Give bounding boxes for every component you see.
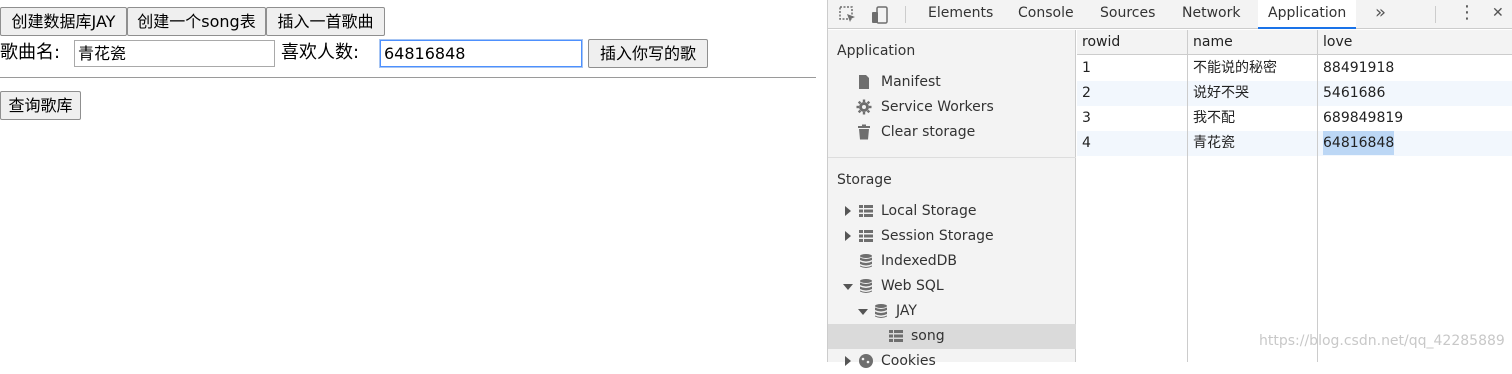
cell-name: 不能说的秘密 <box>1193 60 1277 76</box>
database-icon <box>858 278 874 294</box>
table-row[interactable]: 1 不能说的秘密 88491918 <box>1077 56 1512 81</box>
sidebar-item-label: Web SQL <box>881 278 944 294</box>
sidebar-item-label: Service Workers <box>881 99 994 115</box>
application-sidebar: Application Manifest Service Workers Cle… <box>828 30 1076 369</box>
sidebar-item-clear-storage[interactable]: Clear storage <box>828 120 1076 145</box>
create-database-button[interactable]: 创建数据库JAY <box>0 7 127 36</box>
song-name-label: 歌曲名: <box>0 42 61 63</box>
create-table-button[interactable]: 创建一个song表 <box>127 7 266 36</box>
cell-name: 我不配 <box>1193 110 1235 126</box>
data-grid: rowid name love 1 不能说的秘密 88491918 2 说好不哭… <box>1077 30 1512 362</box>
sidebar-item-session-storage[interactable]: Session Storage <box>828 224 1076 249</box>
watermark: https://blog.csdn.net/qq_42285889 <box>1259 333 1505 349</box>
cell-love: 689849819 <box>1323 110 1404 126</box>
grid-icon <box>888 328 904 344</box>
devtools-toolbar: Elements Console Sources Network Applica… <box>828 0 1512 29</box>
more-tabs-icon[interactable]: » <box>1365 0 1396 29</box>
grid-header: rowid name love <box>1077 30 1512 55</box>
trash-icon <box>856 124 872 140</box>
database-icon <box>873 303 889 319</box>
cell-rowid: 1 <box>1082 60 1091 76</box>
table-row[interactable]: 2 说好不哭 5461686 <box>1077 81 1512 106</box>
sidebar-item-label: Manifest <box>881 74 941 90</box>
devtools-panel: Elements Console Sources Network Applica… <box>827 0 1512 369</box>
sidebar-item-local-storage[interactable]: Local Storage <box>828 199 1076 224</box>
insert-your-song-button[interactable]: 插入你写的歌 <box>588 39 708 68</box>
column-divider[interactable] <box>1317 30 1318 362</box>
likes-label: 喜欢人数: <box>281 42 360 63</box>
sidebar-item-manifest[interactable]: Manifest <box>828 70 1076 95</box>
section-divider <box>828 157 1076 158</box>
device-toolbar-icon[interactable] <box>870 5 890 25</box>
likes-input[interactable]: 64816848 <box>380 40 582 67</box>
cell-rowid: 3 <box>1082 110 1091 126</box>
collapse-arrow-icon[interactable] <box>843 284 853 290</box>
column-divider[interactable] <box>1187 30 1188 362</box>
sidebar-item-label: IndexedDB <box>881 253 957 269</box>
cell-love-highlighted: 64816848 <box>1323 131 1395 155</box>
tab-network[interactable]: Network <box>1172 0 1250 29</box>
tab-console[interactable]: Console <box>1008 0 1084 29</box>
song-name-input[interactable]: 青花瓷 <box>74 40 275 67</box>
sidebar-item-label: song <box>911 328 945 344</box>
grid-icon <box>858 203 874 219</box>
sidebar-item-label: Local Storage <box>881 203 977 219</box>
sidebar-item-service-workers[interactable]: Service Workers <box>828 95 1076 120</box>
expand-arrow-icon[interactable] <box>845 356 851 366</box>
insert-song-button[interactable]: 插入一首歌曲 <box>266 7 385 36</box>
sidebar-item-label: Cookies <box>881 353 936 369</box>
sidebar-item-label: JAY <box>896 303 917 319</box>
column-header-rowid[interactable]: rowid <box>1082 30 1120 54</box>
sidebar-item-indexeddb[interactable]: IndexedDB <box>828 249 1076 274</box>
database-icon <box>858 253 874 269</box>
column-header-name[interactable]: name <box>1193 30 1233 54</box>
cell-rowid: 2 <box>1082 85 1091 101</box>
column-header-love[interactable]: love <box>1323 30 1352 54</box>
cell-rowid: 4 <box>1082 135 1091 151</box>
storage-section-title: Storage <box>837 172 892 188</box>
inspect-element-icon[interactable] <box>838 5 858 25</box>
sidebar-item-song[interactable]: song <box>828 324 1076 349</box>
application-section-title: Application <box>837 43 916 59</box>
sidebar-item-label: Session Storage <box>881 228 994 244</box>
menu-icon[interactable]: ⋮ <box>1448 0 1486 29</box>
expand-arrow-icon[interactable] <box>845 231 851 241</box>
gear-icon <box>856 99 872 115</box>
collapse-arrow-icon[interactable] <box>858 309 868 315</box>
cell-love: 5461686 <box>1323 85 1386 101</box>
sidebar-item-web-sql[interactable]: Web SQL <box>828 274 1076 299</box>
query-songs-button[interactable]: 查询歌库 <box>0 91 81 120</box>
toolbar-separator <box>905 6 906 23</box>
tab-application[interactable]: Application <box>1258 0 1357 29</box>
cell-name: 青花瓷 <box>1193 135 1235 151</box>
expand-arrow-icon[interactable] <box>845 206 851 216</box>
table-row[interactable]: 3 我不配 689849819 <box>1077 106 1512 131</box>
table-row[interactable]: 4 青花瓷 64816848 <box>1077 131 1512 156</box>
divider <box>0 77 816 78</box>
sidebar-item-jay[interactable]: JAY <box>828 299 1076 324</box>
cell-love: 88491918 <box>1323 60 1395 76</box>
grid-icon <box>858 228 874 244</box>
tab-sources[interactable]: Sources <box>1090 0 1165 29</box>
toolbar-separator <box>1435 6 1436 23</box>
close-icon[interactable]: ✕ <box>1482 0 1512 29</box>
sidebar-item-label: Clear storage <box>881 124 976 140</box>
tab-elements[interactable]: Elements <box>918 0 1003 29</box>
web-page: 创建数据库JAY 创建一个song表 插入一首歌曲 歌曲名: 青花瓷 喜欢人数:… <box>0 0 827 362</box>
cell-name: 说好不哭 <box>1193 85 1249 101</box>
cookie-icon <box>858 353 874 369</box>
file-icon <box>856 74 872 90</box>
